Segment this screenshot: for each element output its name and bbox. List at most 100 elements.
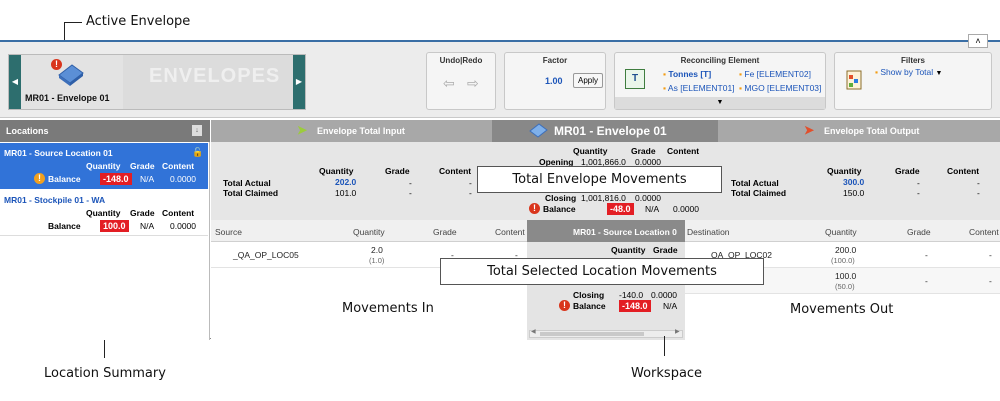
selected-grade-header: Grade: [653, 245, 678, 255]
output-claimed-label: Total Claimed: [731, 188, 787, 198]
warning-icon: !: [529, 203, 540, 214]
scroll-thumb[interactable]: [540, 332, 644, 336]
source-table-header: Source Quantity Grade Content: [211, 220, 527, 242]
collapse-toolbar-button[interactable]: ˄: [968, 34, 988, 48]
destination-content-col-header: Content: [969, 227, 999, 237]
filters-dropdown-value: Show by Total: [880, 67, 934, 77]
output-actual-quantity[interactable]: 300.0: [843, 177, 864, 187]
selected-closing-label: Closing: [573, 290, 605, 300]
envelope-icon: [528, 123, 548, 142]
destination-content: -: [989, 276, 992, 286]
factor-value[interactable]: 1.00: [545, 76, 563, 86]
filters-icon: [845, 69, 865, 91]
destination-quantity-sub: (50.0): [835, 282, 855, 291]
envelope-content-header: Content: [667, 146, 700, 156]
callout-line: [664, 336, 665, 356]
carousel-next-button[interactable]: ▶: [293, 55, 305, 109]
scroll-right-icon[interactable]: ▶: [675, 328, 680, 335]
undo-redo-title: Undo|Redo: [439, 56, 483, 65]
selected-balance-label: Balance: [573, 301, 606, 311]
location-name: MR01 - Stockpile 01 - WA: [4, 195, 106, 205]
source-content-col-header: Content: [495, 227, 525, 237]
reconciling-item-fe[interactable]: ▪ Fe [ELEMENT02]: [739, 69, 811, 79]
source-quantity-sub: (1.0): [369, 256, 385, 265]
warning-icon: !: [559, 300, 570, 311]
envelopes-watermark: ENVELOPES: [149, 65, 281, 87]
reconciling-item-tonnes[interactable]: ▪ Tonnes [T]: [663, 69, 711, 79]
selected-balance-value: -148.0: [619, 300, 651, 312]
callout-total-selected-location-movements: Total Selected Location Movements: [440, 258, 764, 285]
reconciling-item-label: MGO [ELEMENT03]: [744, 83, 822, 93]
input-actual-grade: -: [409, 178, 412, 188]
redo-icon[interactable]: ⇨: [467, 75, 479, 92]
content-value: 0.0000: [170, 174, 196, 184]
scroll-left-icon[interactable]: ◀: [531, 328, 536, 335]
balance-value: 100.0: [100, 220, 129, 232]
destination-quantity-sub: (100.0): [831, 256, 855, 265]
reconciling-item-label: Tonnes [T]: [668, 69, 712, 79]
envelope-closing-grade: 0.0000: [635, 193, 661, 203]
reconciling-item-label: As [ELEMENT01]: [667, 83, 735, 93]
location-item-stockpile-01[interactable]: MR01 - Stockpile 01 - WA Quantity Grade …: [0, 190, 208, 236]
input-claimed-content: -: [469, 188, 472, 198]
pin-icon[interactable]: ↓: [192, 125, 202, 136]
content-value: 0.0000: [170, 221, 196, 231]
grade-header: Grade: [130, 161, 155, 171]
envelope-balance-grade: N/A: [645, 204, 660, 214]
input-actual-label: Total Actual: [223, 178, 271, 188]
callout-movements-in: Movements In: [342, 301, 434, 316]
selected-balance-grade: N/A: [663, 301, 678, 311]
grade-header: Grade: [130, 208, 155, 218]
warning-icon: !: [34, 173, 45, 184]
callout-line: [64, 22, 82, 23]
reconciling-item-mgo[interactable]: ▪ MGO [ELEMENT03]: [739, 83, 821, 93]
destination-grade: -: [925, 276, 928, 286]
input-claimed-quantity: 101.0: [335, 188, 357, 198]
selected-closing-quantity: -140.0: [619, 290, 644, 300]
output-actual-label: Total Actual: [731, 178, 779, 188]
output-header: ➤ Envelope Total Output: [718, 120, 1000, 142]
input-actual-content: -: [469, 178, 472, 188]
envelope-header: MR01 - Envelope 01: [492, 120, 718, 142]
locations-header: Locations ↓: [0, 120, 210, 142]
filters-title: Filters: [900, 56, 925, 65]
source-quantity[interactable]: 2.0: [371, 245, 383, 255]
filters-dropdown[interactable]: ▪ Show by Total ▼: [875, 67, 942, 77]
input-grade-header: Grade: [385, 166, 410, 176]
callout-total-envelope-movements: Total Envelope Movements: [477, 166, 722, 193]
envelope-balance-content: 0.0000: [673, 204, 699, 214]
quantity-header: Quantity: [86, 208, 121, 218]
warning-icon: !: [51, 59, 62, 70]
balance-label: Balance: [48, 174, 81, 184]
envelope-title: MR01 - Envelope 01: [554, 124, 667, 138]
carousel-prev-button[interactable]: ◀: [9, 55, 21, 109]
destination-col-header: Destination: [687, 227, 730, 237]
location-item-source-01[interactable]: MR01 - Source Location 01 🔓 Quantity Gra…: [0, 143, 208, 189]
grade-value: N/A: [140, 174, 155, 184]
locations-panel: Locations ↓ MR01 - Source Location 01 🔓 …: [0, 120, 210, 340]
output-claimed-grade: -: [917, 188, 920, 198]
filters-group: Filters ▪ Show by Total ▼: [834, 52, 992, 110]
reconciling-item-label: Fe [ELEMENT02]: [744, 69, 811, 79]
reconciling-expand-bar[interactable]: ▼: [615, 97, 825, 109]
destination-quantity[interactable]: 100.0: [835, 271, 856, 281]
envelope-balance-label: Balance: [543, 204, 576, 214]
unlock-icon[interactable]: 🔓: [192, 147, 203, 158]
undo-icon[interactable]: ⇦: [443, 75, 455, 92]
factor-title: Factor: [542, 56, 568, 65]
output-content-header: Content: [947, 166, 980, 176]
input-actual-quantity[interactable]: 202.0: [335, 177, 356, 187]
reconciling-item-as[interactable]: ▪ As [ELEMENT01]: [663, 83, 735, 93]
active-envelope-card[interactable]: ! MR01 - Envelope 01: [21, 55, 123, 109]
output-claimed-content: -: [977, 188, 980, 198]
envelope-balance-value: -48.0: [607, 203, 634, 215]
factor-group: Factor 1.00 Apply: [504, 52, 606, 110]
horizontal-scrollbar[interactable]: ◀ ▶: [529, 328, 683, 338]
input-title: Envelope Total Input: [317, 126, 405, 136]
location-name: MR01 - Source Location 01: [4, 148, 113, 158]
output-actual-grade: -: [917, 178, 920, 188]
apply-button[interactable]: Apply: [573, 73, 603, 88]
destination-table-header: Destination Quantity Grade Content: [685, 220, 1000, 242]
destination-grade-col-header: Grade: [907, 227, 931, 237]
destination-quantity[interactable]: 200.0: [835, 245, 856, 255]
